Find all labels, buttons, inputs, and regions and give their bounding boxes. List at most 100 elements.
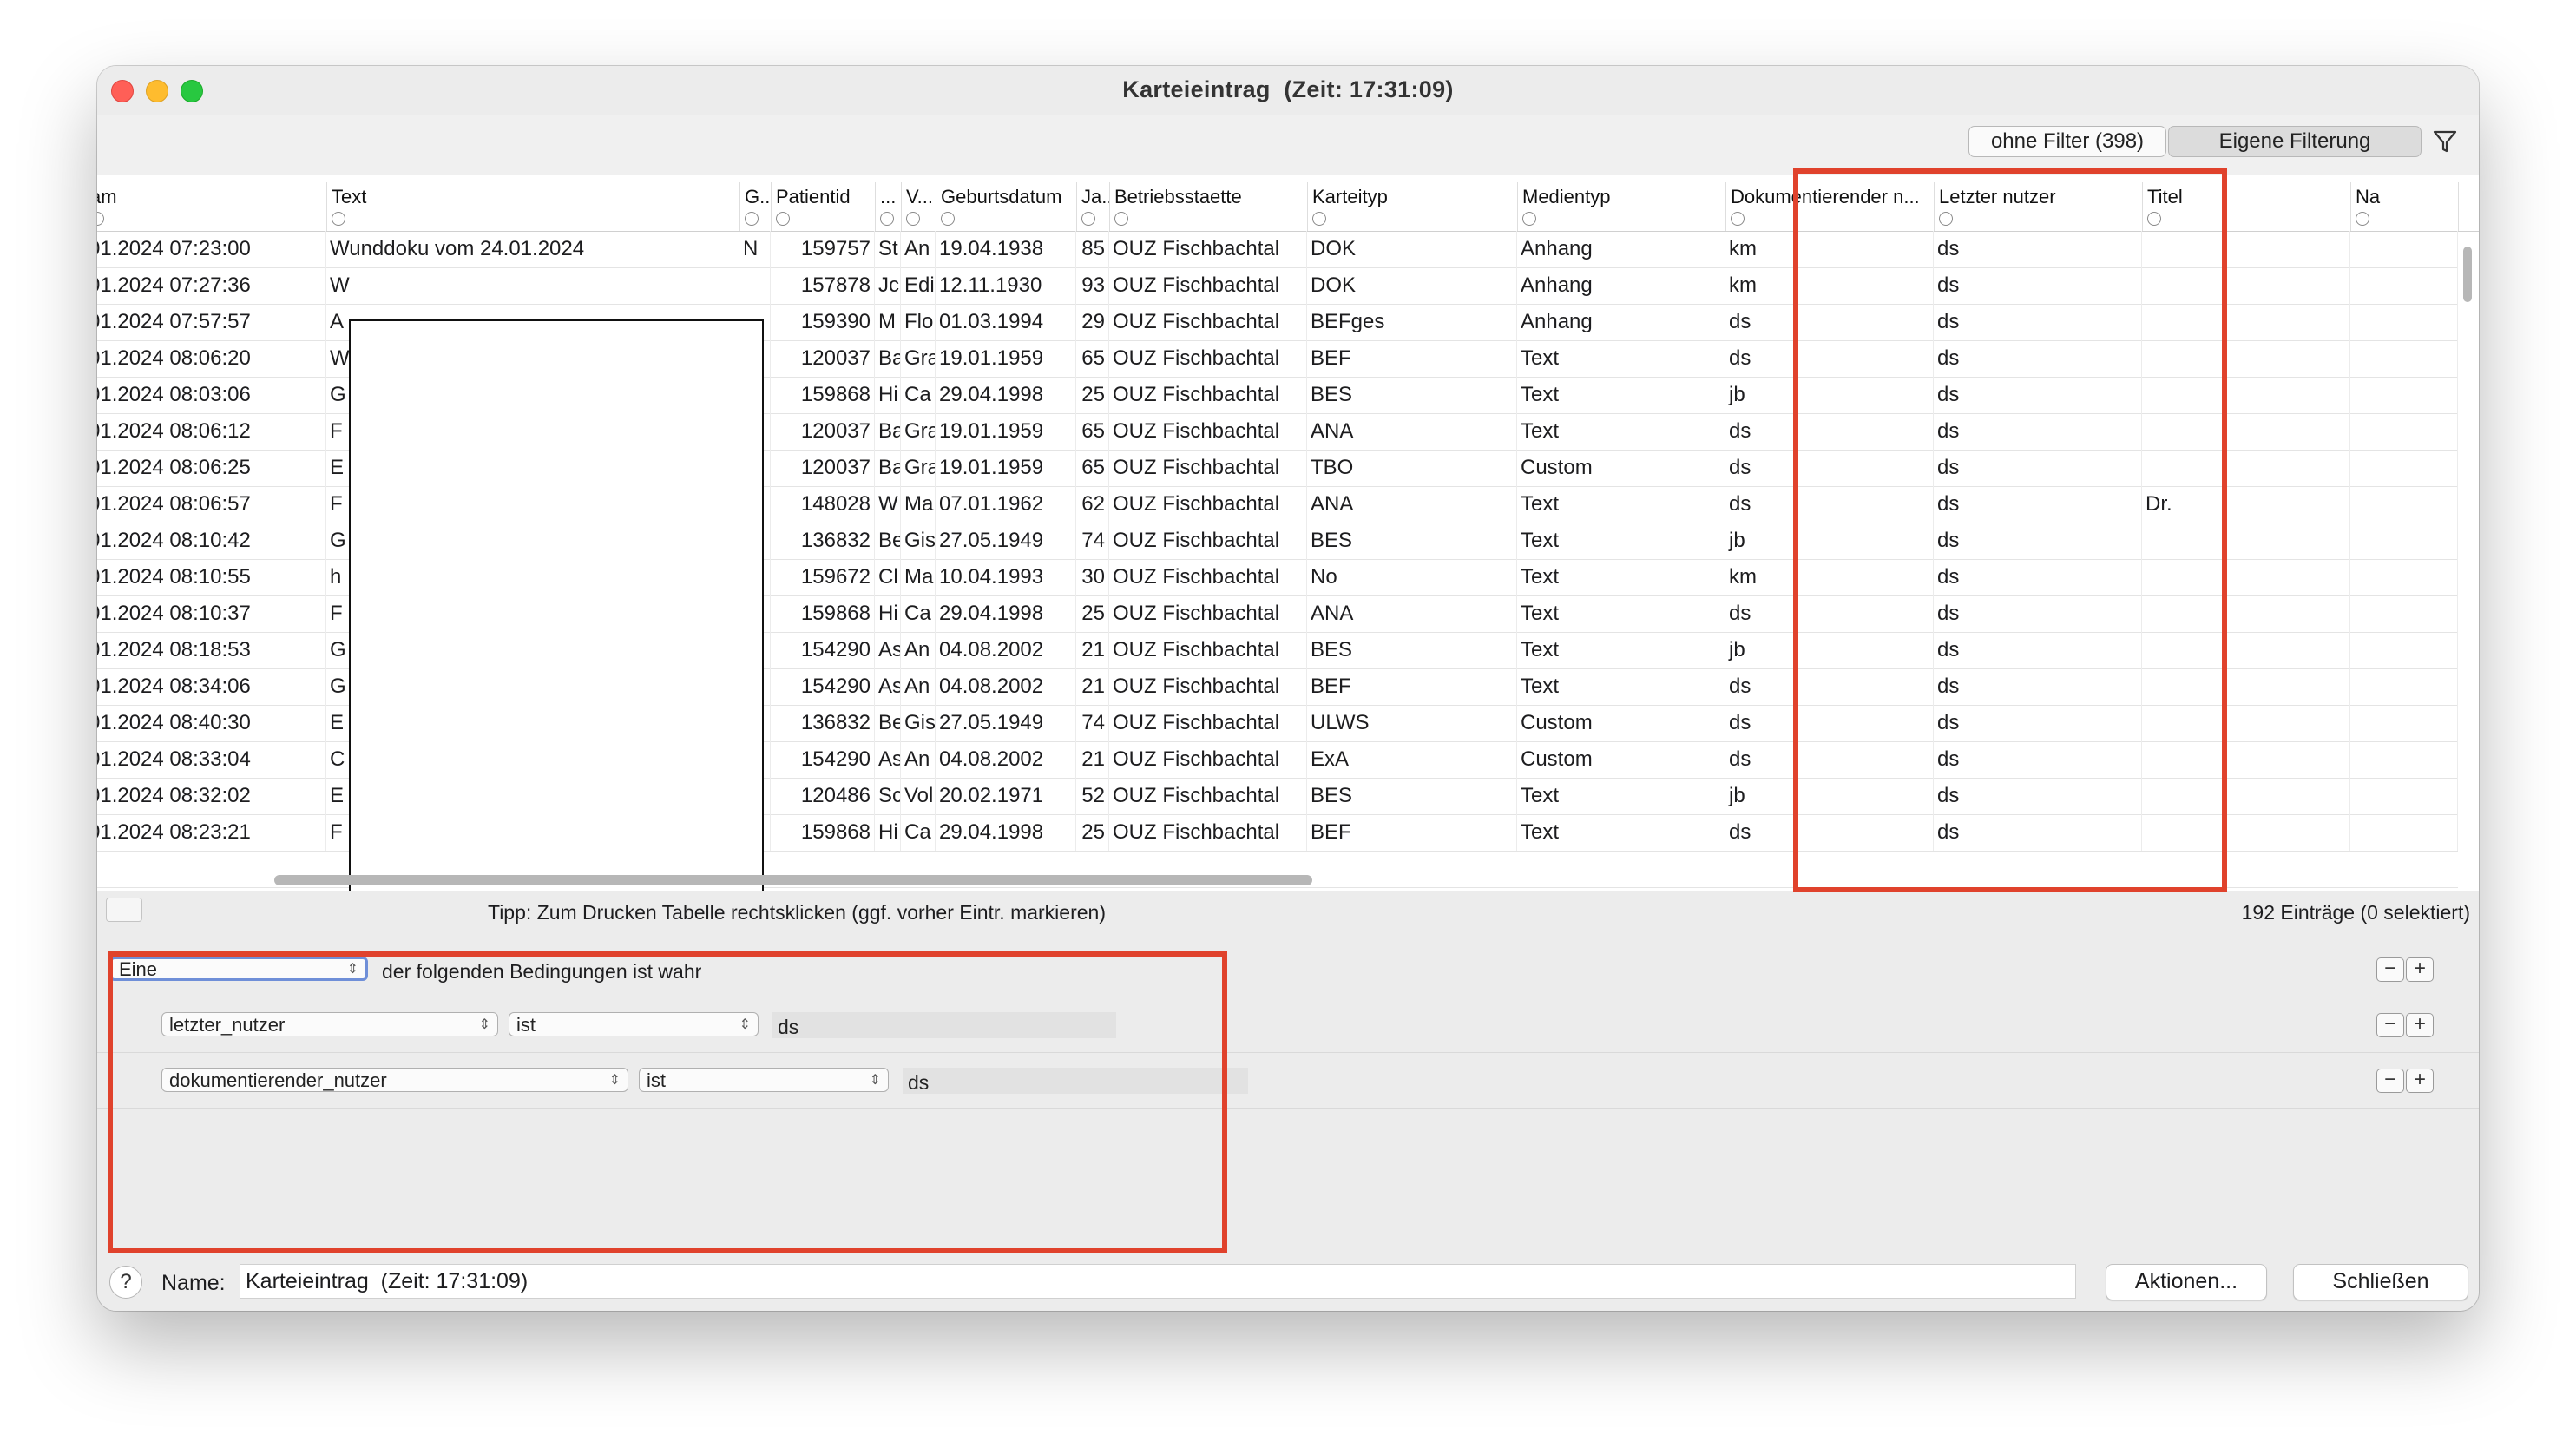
table-cell: BEF (1307, 668, 1517, 705)
table-row[interactable]: 01.2024 07:27:36 W 157878 Jc Edi 12.11.1930 93… (97, 267, 2458, 305)
funnel-icon[interactable] (2430, 127, 2460, 156)
match-mode-select[interactable]: Eine ⇕ (109, 957, 368, 981)
column-filter-radio-icon[interactable] (1939, 212, 1953, 226)
column-header[interactable]: G... (739, 182, 772, 231)
table-cell: 01.2024 08:23:21 (97, 814, 326, 851)
filter-row-match: Eine ⇕ der folgenden Bedingungen ist wahr… (97, 941, 2479, 997)
add-condition-button[interactable]: + (2406, 1069, 2434, 1093)
table-cell: 10.04.1993 (936, 559, 1076, 595)
filter-own-button[interactable]: Eigene Filterung (2168, 126, 2422, 157)
table-cell: 148028 (771, 486, 875, 523)
table-cell: ULWS (1307, 705, 1517, 741)
panel-toggle-button[interactable] (106, 898, 142, 922)
column-header[interactable]: am (97, 182, 327, 231)
actions-button[interactable]: Aktionen... (2106, 1264, 2267, 1300)
condition-field-select[interactable]: dokumentierender_nutzer ⇕ (161, 1068, 628, 1092)
horizontal-scroll-thumb[interactable] (274, 875, 1312, 885)
vertical-scroll-thumb[interactable] (2463, 247, 2472, 302)
table-cell: W (875, 486, 901, 523)
remove-condition-button[interactable]: − (2376, 1069, 2404, 1093)
column-header[interactable]: Dokumentierender n... (1725, 182, 1935, 231)
column-filter-radio-icon[interactable] (880, 212, 894, 226)
bottom-bar: ? Name: Karteieintrag (Zeit: 17:31:09) A… (97, 1255, 2479, 1311)
remove-condition-button[interactable]: − (2376, 1013, 2404, 1037)
column-filter-radio-icon[interactable] (941, 212, 955, 226)
table-cell (2350, 778, 2458, 814)
table-cell: 93 (1076, 267, 1109, 304)
table-cell (2350, 668, 2458, 705)
column-filter-radio-icon[interactable] (776, 212, 790, 226)
table-cell: 25 (1076, 814, 1109, 851)
column-filter-radio-icon[interactable] (2147, 212, 2161, 226)
table-cell: OUZ Fischbachtal (1109, 705, 1307, 741)
add-condition-button[interactable]: + (2406, 1013, 2434, 1037)
condition-value-field[interactable]: ds (772, 1012, 1116, 1038)
table-cell: 136832 (771, 705, 875, 741)
column-filter-radio-icon[interactable] (332, 212, 345, 226)
name-input[interactable]: Karteieintrag (Zeit: 17:31:09) (240, 1264, 2076, 1299)
column-filter-radio-icon[interactable] (1731, 212, 1745, 226)
table-cell: 12.11.1930 (936, 267, 1076, 304)
table-cell: TBO (1307, 450, 1517, 486)
table-cell: St (875, 231, 901, 267)
table-cell: BES (1307, 377, 1517, 413)
table-cell: jb (1725, 377, 1934, 413)
column-filter-radio-icon[interactable] (745, 212, 759, 226)
column-header[interactable]: ... (875, 182, 902, 231)
remove-condition-button[interactable]: − (2376, 957, 2404, 982)
table-cell: 65 (1076, 413, 1109, 450)
column-header[interactable]: Titel (2142, 182, 2351, 231)
column-header[interactable]: Karteityp (1307, 182, 1518, 231)
table-cell: 29.04.1998 (936, 595, 1076, 632)
column-header[interactable]: Patientid (771, 182, 876, 231)
condition-operator-select[interactable]: ist ⇕ (639, 1068, 889, 1092)
table-cell: ds (1725, 705, 1934, 741)
horizontal-scrollbar[interactable] (97, 870, 2458, 889)
table-cell: jb (1725, 778, 1934, 814)
column-header[interactable]: Geburtsdatum (936, 182, 1077, 231)
column-filter-radio-icon[interactable] (906, 212, 920, 226)
table-cell: Hi (875, 377, 901, 413)
table-cell: Ca (901, 595, 936, 632)
condition-operator-select[interactable]: ist ⇕ (509, 1012, 759, 1036)
column-header[interactable]: V... (901, 182, 936, 231)
table-cell (2350, 340, 2458, 377)
condition-value-field[interactable]: ds (903, 1068, 1248, 1094)
table-cell: jb (1725, 523, 1934, 559)
column-header-label: G... (745, 186, 771, 207)
table-cell: Ba (875, 413, 901, 450)
column-header[interactable]: Betriebsstaette (1109, 182, 1308, 231)
column-filter-radio-icon[interactable] (1312, 212, 1326, 226)
column-header-label: Karteityp (1312, 186, 1388, 207)
column-filter-radio-icon[interactable] (1114, 212, 1128, 226)
column-filter-radio-icon[interactable] (97, 212, 104, 226)
table-cell: W (326, 267, 739, 304)
column-header-label: Titel (2147, 186, 2183, 207)
help-button[interactable]: ? (109, 1266, 142, 1299)
table-cell: 01.2024 08:34:06 (97, 668, 326, 705)
table-cell: ds (1934, 559, 2142, 595)
vertical-scrollbar[interactable] (2458, 247, 2477, 891)
table-cell: Anhang (1517, 267, 1725, 304)
column-filter-radio-icon[interactable] (2356, 212, 2369, 226)
table-row[interactable]: 01.2024 07:23:00 Wunddoku vom 24.01.2024 N… (97, 231, 2458, 268)
table-cell (2142, 778, 2350, 814)
condition-field-select[interactable]: letzter_nutzer ⇕ (161, 1012, 498, 1036)
column-header[interactable]: Letzter nutzer (1934, 182, 2143, 231)
column-filter-radio-icon[interactable] (1522, 212, 1536, 226)
close-button[interactable]: Schließen (2293, 1264, 2468, 1300)
column-header[interactable]: Na (2350, 182, 2459, 231)
add-condition-button[interactable]: + (2406, 957, 2434, 982)
column-header[interactable]: Medientyp (1517, 182, 1726, 231)
column-filter-radio-icon[interactable] (1081, 212, 1095, 226)
table-cell: 120037 (771, 413, 875, 450)
table-cell: As (875, 668, 901, 705)
table-cell: ANA (1307, 595, 1517, 632)
table-cell: BES (1307, 632, 1517, 668)
filter-all-button[interactable]: ohne Filter (398) (1968, 126, 2166, 157)
column-header[interactable]: Text (326, 182, 740, 231)
table-cell: ds (1934, 413, 2142, 450)
column-header[interactable]: Ja... (1076, 182, 1110, 231)
column-header-label: Geburtsdatum (941, 186, 1062, 207)
table-cell: ds (1725, 304, 1934, 340)
